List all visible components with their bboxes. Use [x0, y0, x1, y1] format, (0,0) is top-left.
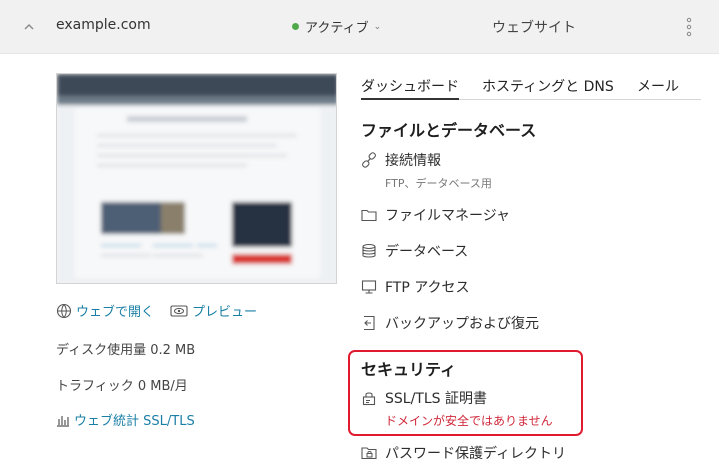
folder-icon	[361, 209, 377, 222]
preview-label: プレビュー	[192, 305, 258, 320]
password-directories-label: パスワード保護ディレクトリ	[385, 446, 567, 462]
site-actions: ウェブで開く プレビュー	[56, 301, 257, 320]
monitor-icon	[361, 280, 377, 294]
backup-restore-item[interactable]: バックアップおよび復元	[361, 313, 539, 333]
web-stats-link[interactable]: ウェブ統計 SSL/TLS	[56, 410, 195, 429]
protected-folder-icon	[361, 447, 377, 460]
site-type-label: ウェブサイト	[492, 20, 576, 36]
backup-restore-label: バックアップおよび復元	[385, 316, 539, 332]
subscription-header: example.com アクティブ ⌄ ウェブサイト	[0, 0, 719, 54]
databases-label: データベース	[385, 244, 469, 260]
databases-item[interactable]: データベース	[361, 241, 468, 261]
connection-info-label: 接続情報	[385, 153, 441, 169]
files-databases-heading: ファイルとデータベース	[361, 121, 537, 140]
tab-dashboard[interactable]: ダッシュボード	[361, 76, 459, 100]
backup-icon	[364, 315, 375, 331]
link-chain-icon	[362, 152, 376, 168]
eye-icon	[170, 304, 188, 317]
stats-row: ウェブ統計 SSL/TLS	[56, 410, 195, 429]
dashboard-tabs: ダッシュボード ホスティングと DNS メール	[361, 74, 701, 100]
connection-info-subtitle: FTP、データベース用	[385, 177, 492, 190]
active-status-dot	[292, 23, 299, 30]
file-manager-item[interactable]: ファイルマネージャ	[361, 205, 510, 225]
security-highlight-box	[348, 350, 583, 436]
globe-icon	[56, 303, 72, 318]
bar-chart-icon	[57, 415, 69, 427]
status-label: アクティブ	[305, 21, 369, 36]
caret-down-icon: ⌄	[373, 21, 382, 32]
open-in-web-label: ウェブで開く	[76, 305, 155, 320]
more-options-icon[interactable]	[684, 16, 694, 38]
file-manager-label: ファイルマネージャ	[385, 208, 511, 224]
database-icon	[362, 243, 376, 258]
ftp-access-item[interactable]: FTP アクセス	[361, 277, 470, 297]
open-in-web-link[interactable]: ウェブで開く	[56, 301, 154, 320]
chevron-up-icon[interactable]	[22, 20, 36, 34]
website-preview-thumbnail[interactable]	[56, 73, 337, 284]
connection-info-item[interactable]: 接続情報	[361, 150, 441, 170]
traffic-usage: トラフィック 0 MB/月	[56, 379, 188, 394]
tab-mail[interactable]: メール	[637, 76, 679, 100]
disk-usage: ディスク使用量 0.2 MB	[56, 343, 196, 358]
tab-hosting-dns[interactable]: ホスティングと DNS	[482, 76, 614, 100]
ftp-access-label: FTP アクセス	[385, 280, 470, 296]
status-dropdown[interactable]: アクティブ ⌄	[292, 17, 381, 36]
preview-link[interactable]: プレビュー	[170, 301, 257, 320]
domain-name[interactable]: example.com	[56, 17, 151, 33]
web-stats-label: ウェブ統計 SSL/TLS	[74, 414, 195, 429]
thumbnail-image	[57, 74, 336, 283]
password-protected-directories-item[interactable]: パスワード保護ディレクトリ	[361, 443, 566, 463]
